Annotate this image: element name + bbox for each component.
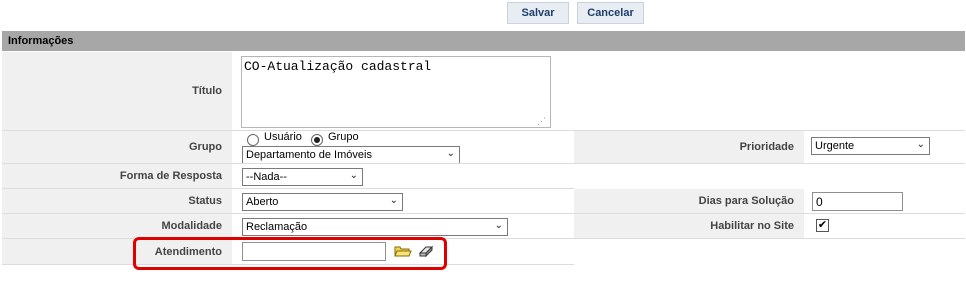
chevron-down-icon: ⌄: [446, 148, 455, 159]
save-button[interactable]: Salvar: [507, 2, 569, 24]
radio-grupo-label: Grupo: [328, 131, 359, 143]
chevron-down-icon: ⌄: [389, 195, 398, 206]
chevron-down-icon: ⌄: [494, 220, 503, 231]
prioridade-cell: Urgente ⌄: [804, 131, 965, 163]
prioridade-value: Urgente: [815, 140, 855, 152]
dias-input[interactable]: 0: [812, 192, 903, 211]
radio-usuario[interactable]: [247, 134, 259, 146]
titulo-textarea[interactable]: [241, 56, 551, 128]
chevron-down-icon: ⌄: [349, 170, 358, 181]
habilitar-cell: ✔: [804, 214, 965, 238]
modalidade-label: Modalidade: [2, 214, 232, 238]
status-value: Aberto: [246, 196, 279, 208]
titulo-cell: ⋰: [232, 52, 574, 130]
radio-usuario-label: Usuário: [264, 131, 302, 143]
dias-value: 0: [816, 194, 823, 209]
section-header: Informações: [2, 31, 965, 51]
modalidade-select[interactable]: Reclamação ⌄: [242, 218, 508, 236]
habilitar-label: Habilitar no Site: [574, 214, 804, 238]
grupo-label: Grupo: [2, 131, 232, 163]
status-select[interactable]: Aberto ⌄: [242, 193, 403, 211]
dias-label: Dias para Solução: [574, 189, 804, 213]
grupo-cell: Usuário Grupo Departamento de Imóveis ⌄: [232, 131, 574, 164]
status-cell: Aberto ⌄: [232, 189, 574, 213]
forma-cell: --Nada-- ⌄: [232, 164, 574, 188]
status-label-text: Status: [188, 195, 222, 207]
prioridade-label: Prioridade: [574, 131, 804, 163]
section-title: Informações: [8, 35, 74, 47]
prioridade-label-text: Prioridade: [739, 141, 794, 153]
forma-label-text: Forma de Resposta: [119, 170, 222, 182]
grupo-select[interactable]: Departamento de Imóveis ⌄: [242, 146, 460, 164]
radio-grupo[interactable]: [311, 134, 323, 146]
toolbar: Salvar Cancelar: [0, 0, 966, 28]
resize-grip-icon[interactable]: ⋰: [537, 116, 546, 127]
modalidade-cell: Reclamação ⌄: [232, 214, 574, 238]
prioridade-select[interactable]: Urgente ⌄: [811, 137, 930, 155]
cancel-button[interactable]: Cancelar: [577, 2, 644, 24]
titulo-label-text: Título: [192, 85, 222, 97]
chevron-down-icon: ⌄: [916, 139, 925, 150]
habilitar-label-text: Habilitar no Site: [710, 220, 794, 232]
dias-cell: 0: [804, 189, 965, 213]
modalidade-label-text: Modalidade: [161, 220, 222, 232]
highlight-box: [133, 237, 447, 270]
habilitar-checkbox[interactable]: ✔: [816, 219, 829, 232]
forma-select[interactable]: --Nada-- ⌄: [242, 168, 363, 186]
forma-value: --Nada--: [246, 171, 287, 183]
forma-label: Forma de Resposta: [2, 164, 232, 188]
modalidade-value: Reclamação: [246, 221, 308, 233]
dias-label-text: Dias para Solução: [698, 195, 794, 207]
grupo-label-text: Grupo: [189, 141, 222, 153]
titulo-label: Título: [2, 52, 232, 130]
grupo-select-value: Departamento de Imóveis: [246, 149, 372, 161]
status-label: Status: [2, 189, 232, 213]
